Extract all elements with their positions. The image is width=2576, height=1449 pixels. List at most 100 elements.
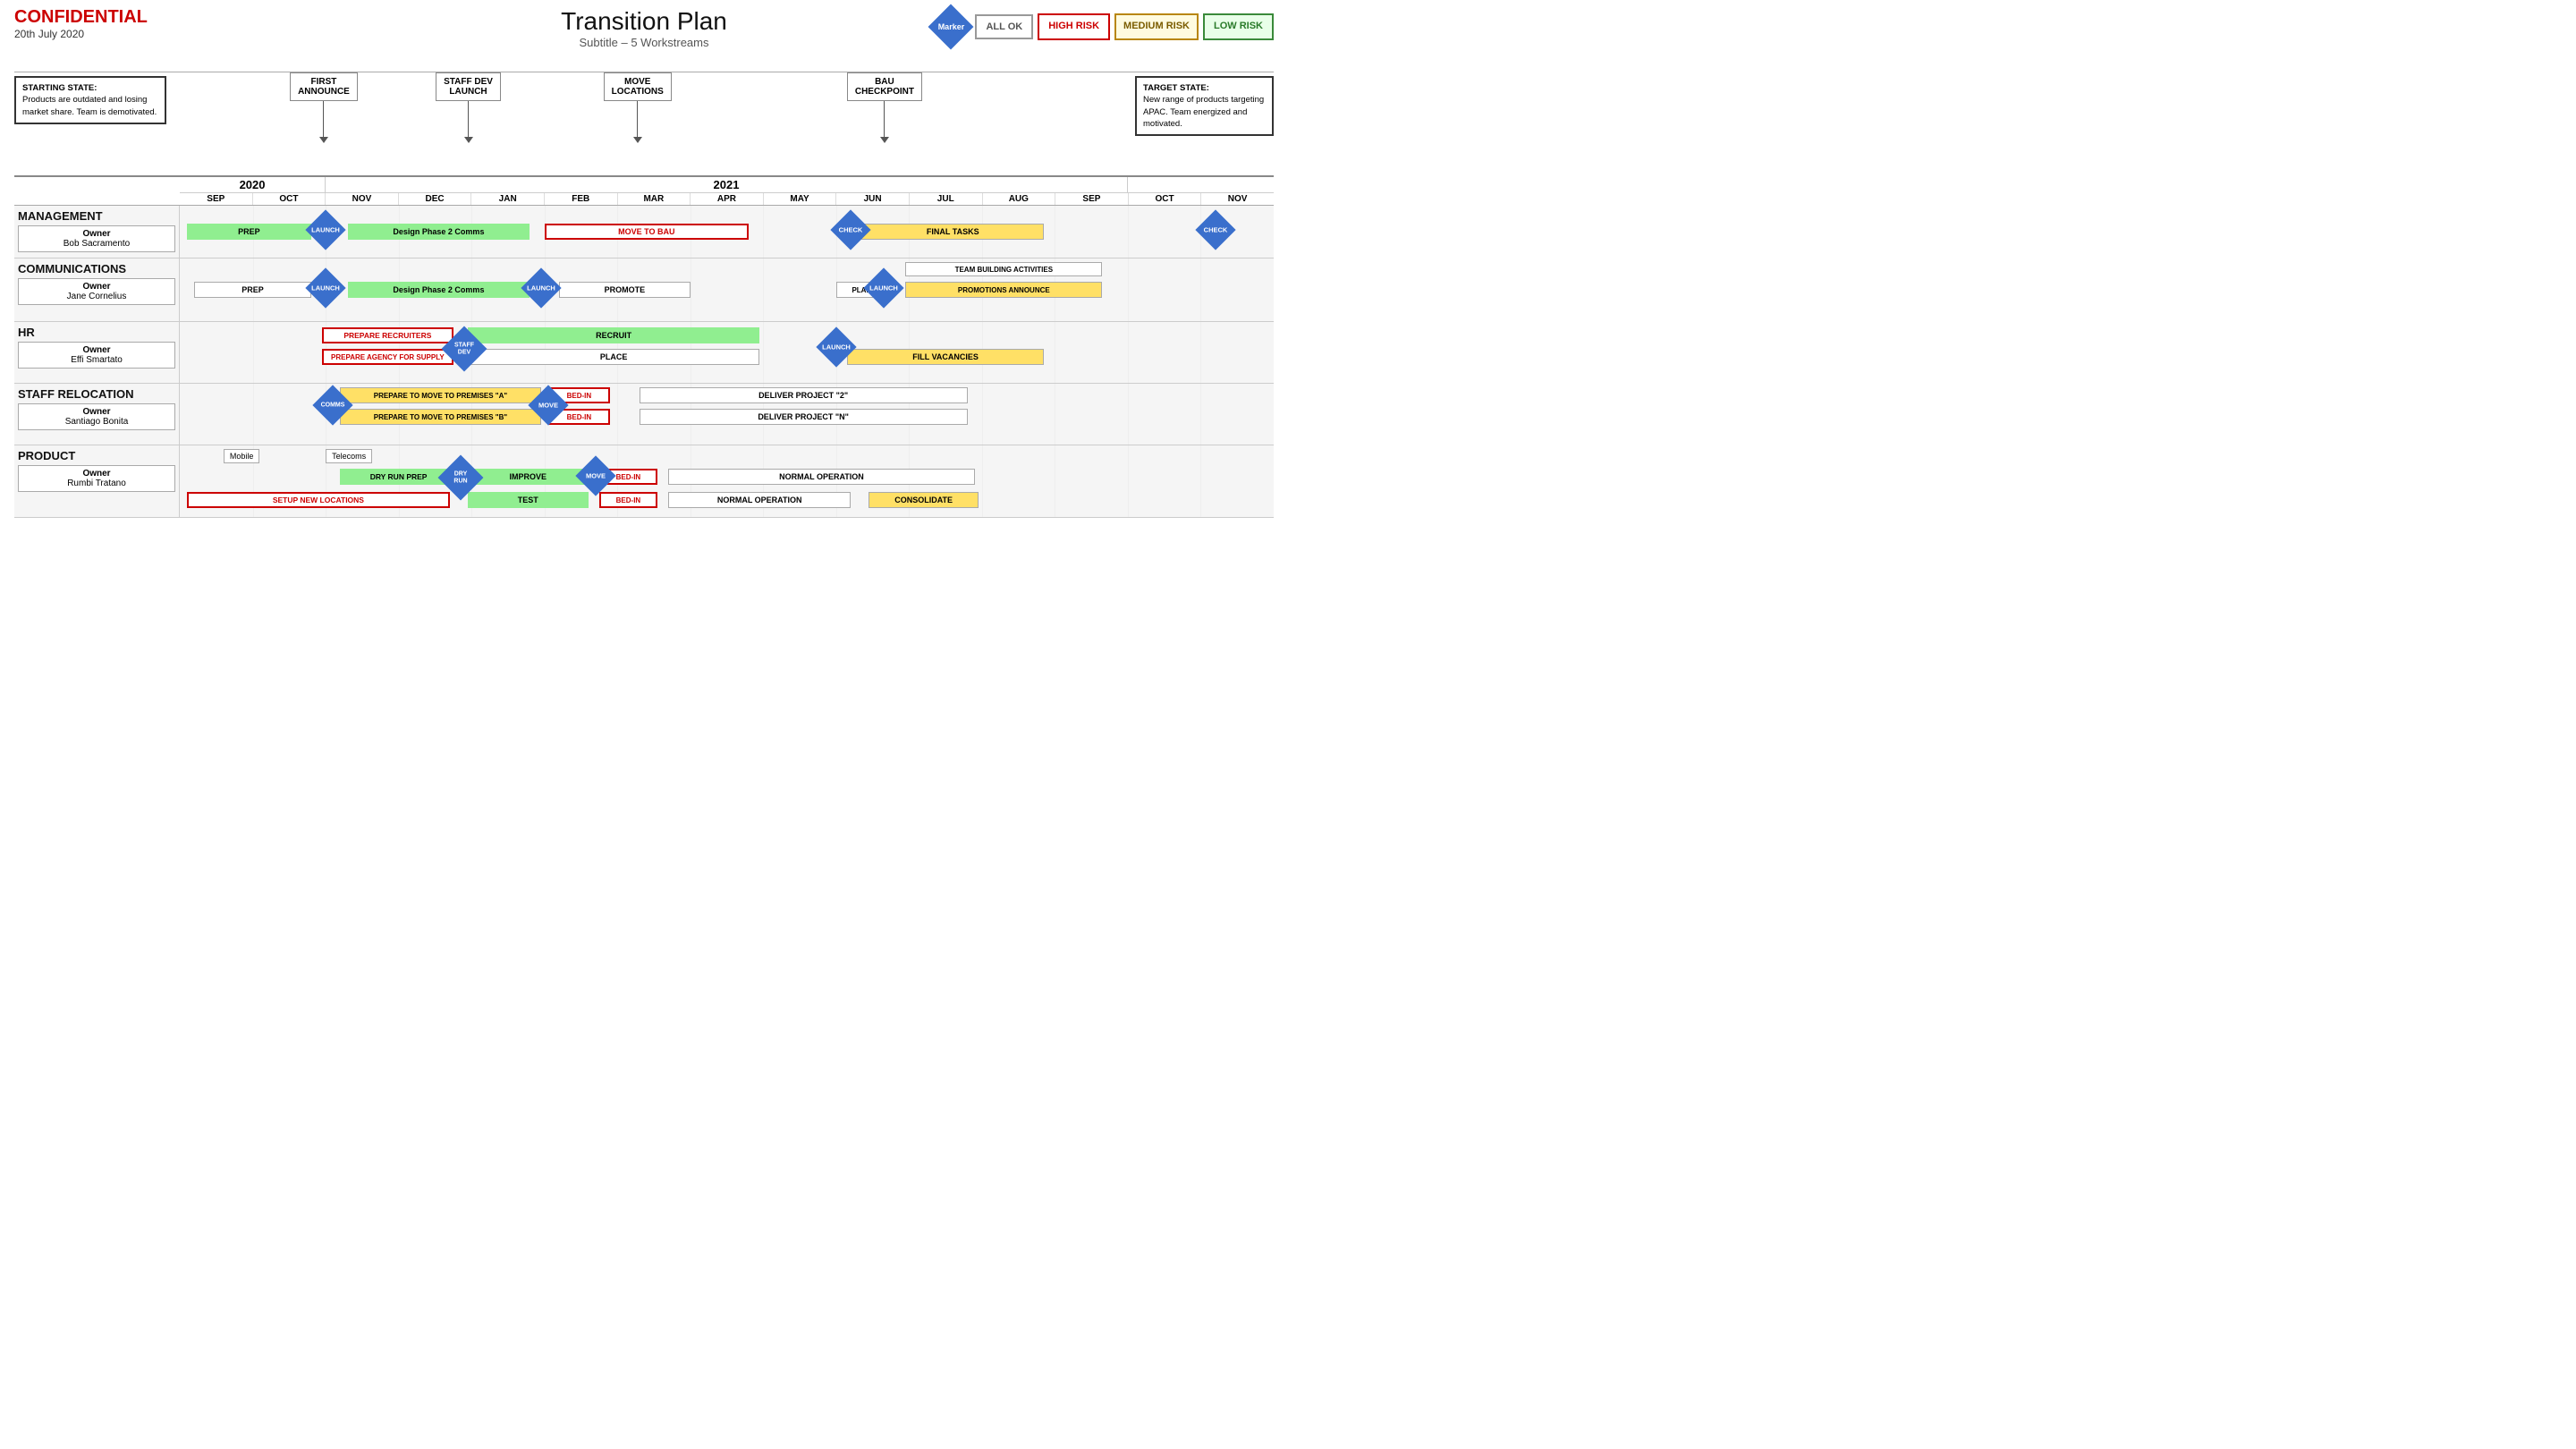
main-title: Transition Plan [561,7,727,36]
confidential-section: CONFIDENTIAL 20th July 2020 [14,7,148,40]
hr-owner-title: Owner [82,345,110,355]
sr-prep-b-bar: PREPARE TO MOVE TO PREMISES "B" [340,409,540,425]
main-content: STARTING STATE: Products are outdated an… [0,72,1288,518]
year-2021: 2021 [326,177,1128,192]
month-nov2: NOV [1201,193,1274,205]
legend-high-risk: HIGH RISK [1038,13,1110,39]
milestone-flag-2: STAFF DEVLAUNCH [436,72,501,101]
staff-relocation-workstream: STAFF RELOCATION Owner Santiago Bonita [14,384,1274,445]
milestone-flag-4: BAUCHECKPOINT [847,72,922,101]
hr-timeline: PREPARE RECRUITERS RECRUIT PREPARE AGENC… [180,322,1274,383]
month-feb: FEB [545,193,618,205]
management-timeline: PREP Design Phase 2 Comms MOVE TO BAU FI… [180,206,1274,258]
product-section-label: PRODUCT [18,449,175,462]
communications-timeline: TEAM BUILDING ACTIVITIES PREP Design Pha… [180,258,1274,321]
comms-prep-bar: PREP [194,282,310,298]
comms-design-bar: Design Phase 2 Comms [348,282,530,298]
product-normal-op-2-bar: NORMAL OPERATION [668,492,851,508]
timeline-milestones: FIRSTANNOUNCE STAFF DEVLAUNCH MOVELOCATI… [180,72,1274,175]
month-sep2: SEP [1055,193,1129,205]
product-workstream: PRODUCT Owner Rumbi Tratano [14,445,1274,518]
month-mar: MAR [618,193,691,205]
mgmt-final-tasks-bar: FINAL TASKS [861,224,1044,240]
hr-prepare-recruiters-bar: PREPARE RECRUITERS [322,327,453,343]
month-aug: AUG [983,193,1056,205]
mgmt-move-bau-bar: MOVE TO BAU [545,224,749,240]
staff-relocation-owner-box: Owner Santiago Bonita [18,403,175,430]
hr-recruit-bar: RECRUIT [468,327,759,343]
product-test-bar: TEST [468,492,589,508]
milestone-flag-3: MOVELOCATIONS [604,72,672,101]
communications-label-col: COMMUNICATIONS Owner Jane Cornelius [14,258,180,321]
year-2020: 2020 [180,177,326,192]
comms-team-building-bar: TEAM BUILDING ACTIVITIES [905,262,1102,276]
month-year-header: 2020 2021 SEP OCT NOV DEC JAN FEB MAR AP… [14,175,1274,206]
staff-relocation-timeline: PREPARE TO MOVE TO PREMISES "A" BED-IN D… [180,384,1274,445]
product-telecoms-callout: Telecoms [326,449,372,463]
milestone-first-announce: FIRSTANNOUNCE [290,72,358,143]
month-sep: SEP [180,193,253,205]
mgmt-design-bar: Design Phase 2 Comms [348,224,530,240]
product-owner-box: Owner Rumbi Tratano [18,465,175,492]
comms-promote-bar: PROMOTE [559,282,691,298]
target-state-text: New range of products targeting APAC. Te… [1143,95,1264,129]
hr-owner-box: Owner Effi Smartato [18,342,175,369]
hr-place-bar: PLACE [468,349,759,365]
mgmt-launch-diamond: LAUNCH [305,209,345,250]
subtitle: Subtitle – 5 Workstreams [561,36,727,49]
month-may: MAY [764,193,837,205]
month-oct: OCT [253,193,326,205]
legend-all-ok: ALL OK [975,14,1033,39]
milestone-flag-1: FIRSTANNOUNCE [290,72,358,101]
starting-state-label: STARTING STATE: [22,83,97,93]
product-move-diamond: MOVE [575,455,615,496]
communications-section-label: COMMUNICATIONS [18,262,175,275]
title-section: Transition Plan Subtitle – 5 Workstreams [561,7,727,49]
legend-low-risk: LOW RISK [1203,13,1274,39]
hr-owner-name: Effi Smartato [71,355,123,365]
communications-workstream: COMMUNICATIONS Owner Jane Cornelius [14,258,1274,322]
month-jul: JUL [910,193,983,205]
comms-launch-diamond-3: LAUNCH [863,267,903,308]
communications-owner-box: Owner Jane Cornelius [18,278,175,305]
confidential-label: CONFIDENTIAL [14,7,148,28]
sr-deliver-n-bar: DELIVER PROJECT "N" [640,409,968,425]
comms-promotions-bar: PROMOTIONS ANNOUNCE [905,282,1102,298]
product-normal-op-1-bar: NORMAL OPERATION [668,469,974,485]
milestone-move-locations: MOVELOCATIONS [604,72,672,143]
management-owner-box: Owner Bob Sacramento [18,225,175,252]
staff-relocation-section-label: STAFF RELOCATION [18,387,175,401]
month-oct2: OCT [1129,193,1202,205]
date-label: 20th July 2020 [14,28,148,40]
header: CONFIDENTIAL 20th July 2020 Transition P… [0,0,1288,72]
starting-state-text: Products are outdated and losing market … [22,95,157,116]
hr-workstream: HR Owner Effi Smartato [14,322,1274,384]
comms-launch-diamond-2: LAUNCH [521,267,561,308]
management-owner-title: Owner [82,229,110,239]
month-apr: APR [691,193,764,205]
milestone-staff-dev: STAFF DEVLAUNCH [436,72,501,143]
management-owner-name: Bob Sacramento [64,239,131,249]
staff-relocation-owner-name: Santiago Bonita [65,417,129,427]
hr-prepare-agency-bar: PREPARE AGENCY FOR SUPPLY [322,349,453,365]
product-label-col: PRODUCT Owner Rumbi Tratano [14,445,180,517]
starting-state-box: STARTING STATE: Products are outdated an… [14,76,166,124]
staff-relocation-label-col: STAFF RELOCATION Owner Santiago Bonita [14,384,180,445]
month-jan: JAN [471,193,545,205]
months-row: SEP OCT NOV DEC JAN FEB MAR APR MAY JUN … [180,193,1274,205]
product-mobile-callout: Mobile [224,449,260,463]
mgmt-prep-bar: PREP [187,224,311,240]
product-timeline: Mobile Telecoms DRY RUN PREP IMPROVE BED… [180,445,1274,517]
management-section-label: MANAGEMENT [18,209,175,223]
management-workstream: MANAGEMENT Owner Bob Sacramento [14,206,1274,258]
month-nov: NOV [326,193,399,205]
product-owner-name: Rumbi Tratano [67,479,126,488]
management-label-col: MANAGEMENT Owner Bob Sacramento [14,206,180,258]
month-jun: JUN [836,193,910,205]
marker-diamond-container: Marker [931,7,970,47]
hr-section-label: HR [18,326,175,339]
communications-owner-title: Owner [82,282,110,292]
product-setup-bar: SETUP NEW LOCATIONS [187,492,450,508]
month-dec: DEC [399,193,472,205]
sr-deliver-2-bar: DELIVER PROJECT "2" [640,387,968,403]
